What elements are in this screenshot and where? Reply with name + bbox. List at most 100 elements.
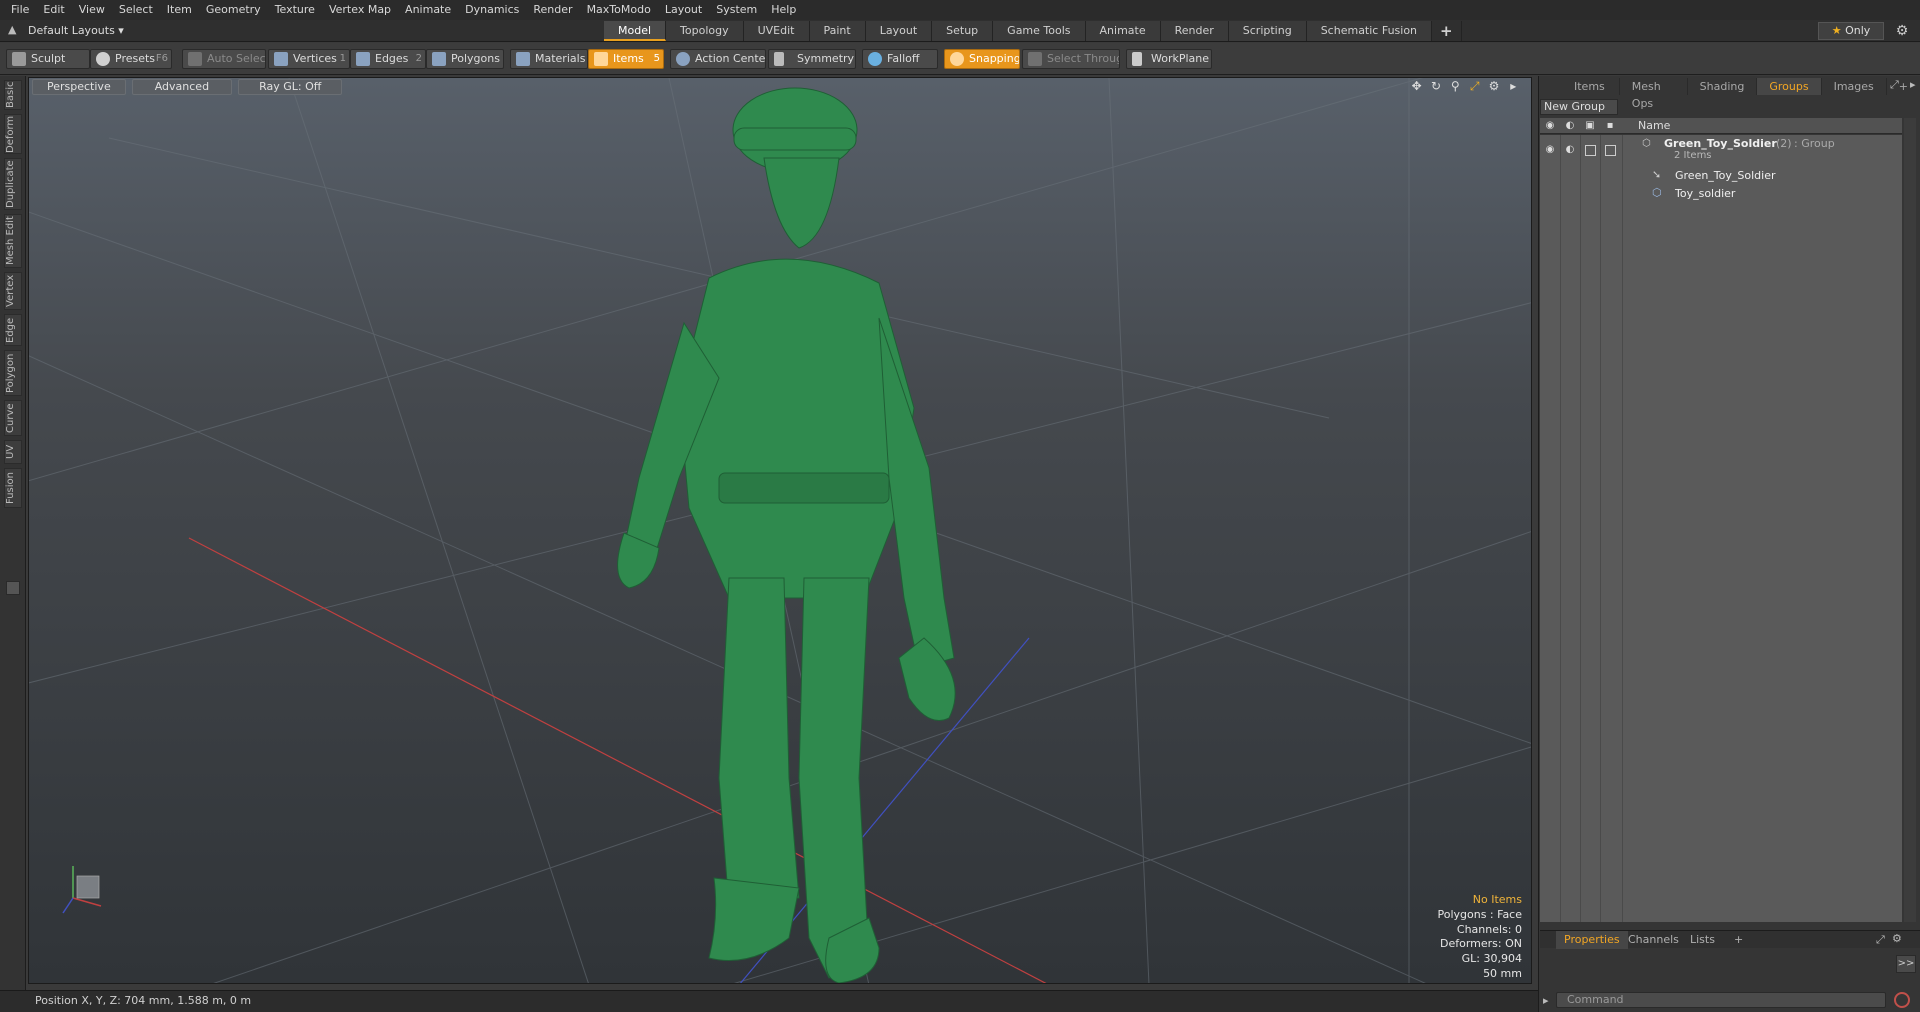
auto-select-button[interactable]: Auto Select [182, 49, 266, 69]
tab-lists[interactable]: Lists [1682, 931, 1723, 949]
name-column-header[interactable]: Name [1638, 118, 1670, 134]
menu-texture[interactable]: Texture [268, 0, 322, 20]
group-icon: ⬡ [1642, 138, 1651, 149]
vtab-polygon[interactable]: Polygon [4, 350, 22, 396]
sculpt-button[interactable]: Sculpt [6, 49, 90, 69]
command-input[interactable]: Command [1556, 992, 1886, 1008]
list-item-child[interactable]: ➘ Green_Toy_Soldier [1540, 167, 1902, 185]
tab-channels[interactable]: Channels [1620, 931, 1687, 949]
collapse-icon[interactable]: ▲ [8, 23, 16, 36]
materials-button[interactable]: Materials [510, 49, 588, 69]
workplane-button[interactable]: WorkPlane [1126, 49, 1212, 69]
tab-items[interactable]: Items [1548, 78, 1620, 95]
properties-gear-icon[interactable]: ⚙ [1892, 932, 1902, 945]
new-group-button[interactable]: New Group [1540, 99, 1618, 115]
layout-dropdown[interactable]: Default Layouts ▾ [28, 23, 124, 39]
fit-icon[interactable]: ⤢ [1468, 79, 1481, 93]
menu-help[interactable]: Help [764, 0, 803, 20]
tab-scripting[interactable]: Scripting [1228, 21, 1307, 41]
render-column-icon[interactable]: ◐ [1562, 119, 1578, 133]
view-mode-dropdown[interactable]: Perspective [32, 79, 126, 95]
maximize-panel-icon[interactable]: ⤢ [1890, 78, 1899, 92]
zoom-icon[interactable]: ⚲ [1449, 79, 1462, 93]
lock-column-icon[interactable]: ▣ [1582, 119, 1598, 133]
tab-render[interactable]: Render [1160, 21, 1229, 41]
vtab-fusion[interactable]: Fusion [4, 468, 22, 508]
vtab-edge[interactable]: Edge [4, 314, 22, 346]
raygl-toggle[interactable]: Ray GL: Off [238, 79, 343, 95]
menu-view[interactable]: View [72, 0, 112, 20]
falloff-button[interactable]: Falloff [862, 49, 938, 69]
menu-item[interactable]: Item [160, 0, 199, 20]
vtab-basic[interactable]: Basic [4, 80, 22, 110]
3d-viewport[interactable] [28, 77, 1532, 984]
maximize-properties-icon[interactable]: ⤢ [1876, 933, 1885, 947]
menu-system[interactable]: System [709, 0, 764, 20]
list-scrollbar[interactable] [1904, 118, 1916, 922]
menu-edit[interactable]: Edit [36, 0, 71, 20]
visibility-column-icon[interactable]: ◉ [1542, 119, 1558, 133]
add-tab-button[interactable]: + [1432, 21, 1462, 41]
expand-button[interactable]: >> [1896, 955, 1916, 973]
add-properties-tab-button[interactable]: + [1726, 931, 1751, 949]
edges-button[interactable]: Edges 2 [350, 49, 426, 69]
tab-animate[interactable]: Animate [1085, 21, 1161, 41]
select-column-icon[interactable]: ▪ [1602, 119, 1618, 133]
toy-soldier-model[interactable] [617, 87, 956, 983]
snapping-button[interactable]: Snapping [944, 49, 1020, 69]
action-center-button[interactable]: Action Center [670, 49, 766, 69]
vtab-curve[interactable]: Curve [4, 400, 22, 436]
presets-button[interactable]: Presets F6 [90, 49, 172, 69]
tab-properties[interactable]: Properties [1556, 931, 1628, 949]
action-center-icon [676, 52, 690, 66]
tab-images[interactable]: Images [1822, 78, 1887, 95]
vtab-duplicate[interactable]: Duplicate [4, 158, 22, 210]
menu-select[interactable]: Select [112, 0, 160, 20]
gear-icon[interactable]: ⚙ [1892, 22, 1912, 40]
menu-geometry[interactable]: Geometry [199, 0, 268, 20]
panel-menu-icon[interactable]: ▸ [1910, 78, 1916, 91]
tab-schematic-fusion[interactable]: Schematic Fusion [1306, 21, 1433, 41]
viewport-menu-icon[interactable]: ▸ [1507, 79, 1520, 93]
tab-shading[interactable]: Shading [1688, 78, 1758, 95]
tab-groups[interactable]: Groups [1757, 78, 1822, 95]
tab-paint[interactable]: Paint [809, 21, 866, 41]
tab-uvedit[interactable]: UVEdit [743, 21, 810, 41]
list-item-child[interactable]: ⬡ Toy_soldier [1540, 185, 1902, 203]
items-icon [594, 52, 608, 66]
pan-icon[interactable]: ✥ [1410, 79, 1423, 93]
vtab-uv[interactable]: UV [4, 440, 22, 464]
menu-animate[interactable]: Animate [398, 0, 458, 20]
only-button[interactable]: ★ Only [1818, 22, 1884, 40]
select-through-button[interactable]: Select Through [1022, 49, 1120, 69]
tab-setup[interactable]: Setup [932, 21, 994, 41]
select-checkbox[interactable] [1605, 145, 1616, 156]
menu-layout[interactable]: Layout [658, 0, 709, 20]
sidebar-toggle-icon[interactable] [6, 581, 20, 595]
vertices-button[interactable]: Vertices 1 [268, 49, 350, 69]
symmetry-button[interactable]: Symmetry [768, 49, 856, 69]
menu-render[interactable]: Render [526, 0, 579, 20]
polygons-button[interactable]: Polygons [426, 49, 504, 69]
tab-layout[interactable]: Layout [865, 21, 933, 41]
viewport-settings-icon[interactable]: ⚙ [1487, 79, 1500, 93]
menu-vertex-map[interactable]: Vertex Map [322, 0, 398, 20]
list-item-group[interactable]: ◉ ◐ ⬡ Green_Toy_Soldier (2) : Group 2 It… [1540, 137, 1902, 165]
menu-file[interactable]: File [4, 0, 36, 20]
shading-dropdown[interactable]: Advanced [131, 79, 233, 95]
menu-dynamics[interactable]: Dynamics [458, 0, 526, 20]
vtab-deform[interactable]: Deform [4, 114, 22, 154]
visibility-eye-icon[interactable]: ◉ [1542, 143, 1558, 157]
command-history-icon[interactable] [1894, 992, 1910, 1008]
tab-model[interactable]: Model [604, 21, 667, 41]
render-toggle-icon[interactable]: ◐ [1562, 143, 1578, 157]
vtab-vertex[interactable]: Vertex [4, 272, 22, 310]
tab-topology[interactable]: Topology [666, 21, 744, 41]
rotate-icon[interactable]: ↻ [1429, 79, 1442, 93]
items-button[interactable]: Items 5 [588, 49, 664, 69]
vtab-mesh-edit[interactable]: Mesh Edit [4, 214, 22, 268]
lock-checkbox[interactable] [1585, 145, 1596, 156]
menu-maxtomodo[interactable]: MaxToModo [580, 0, 658, 20]
tab-mesh-ops[interactable]: Mesh Ops [1620, 78, 1688, 110]
tab-game-tools[interactable]: Game Tools [993, 21, 1086, 41]
